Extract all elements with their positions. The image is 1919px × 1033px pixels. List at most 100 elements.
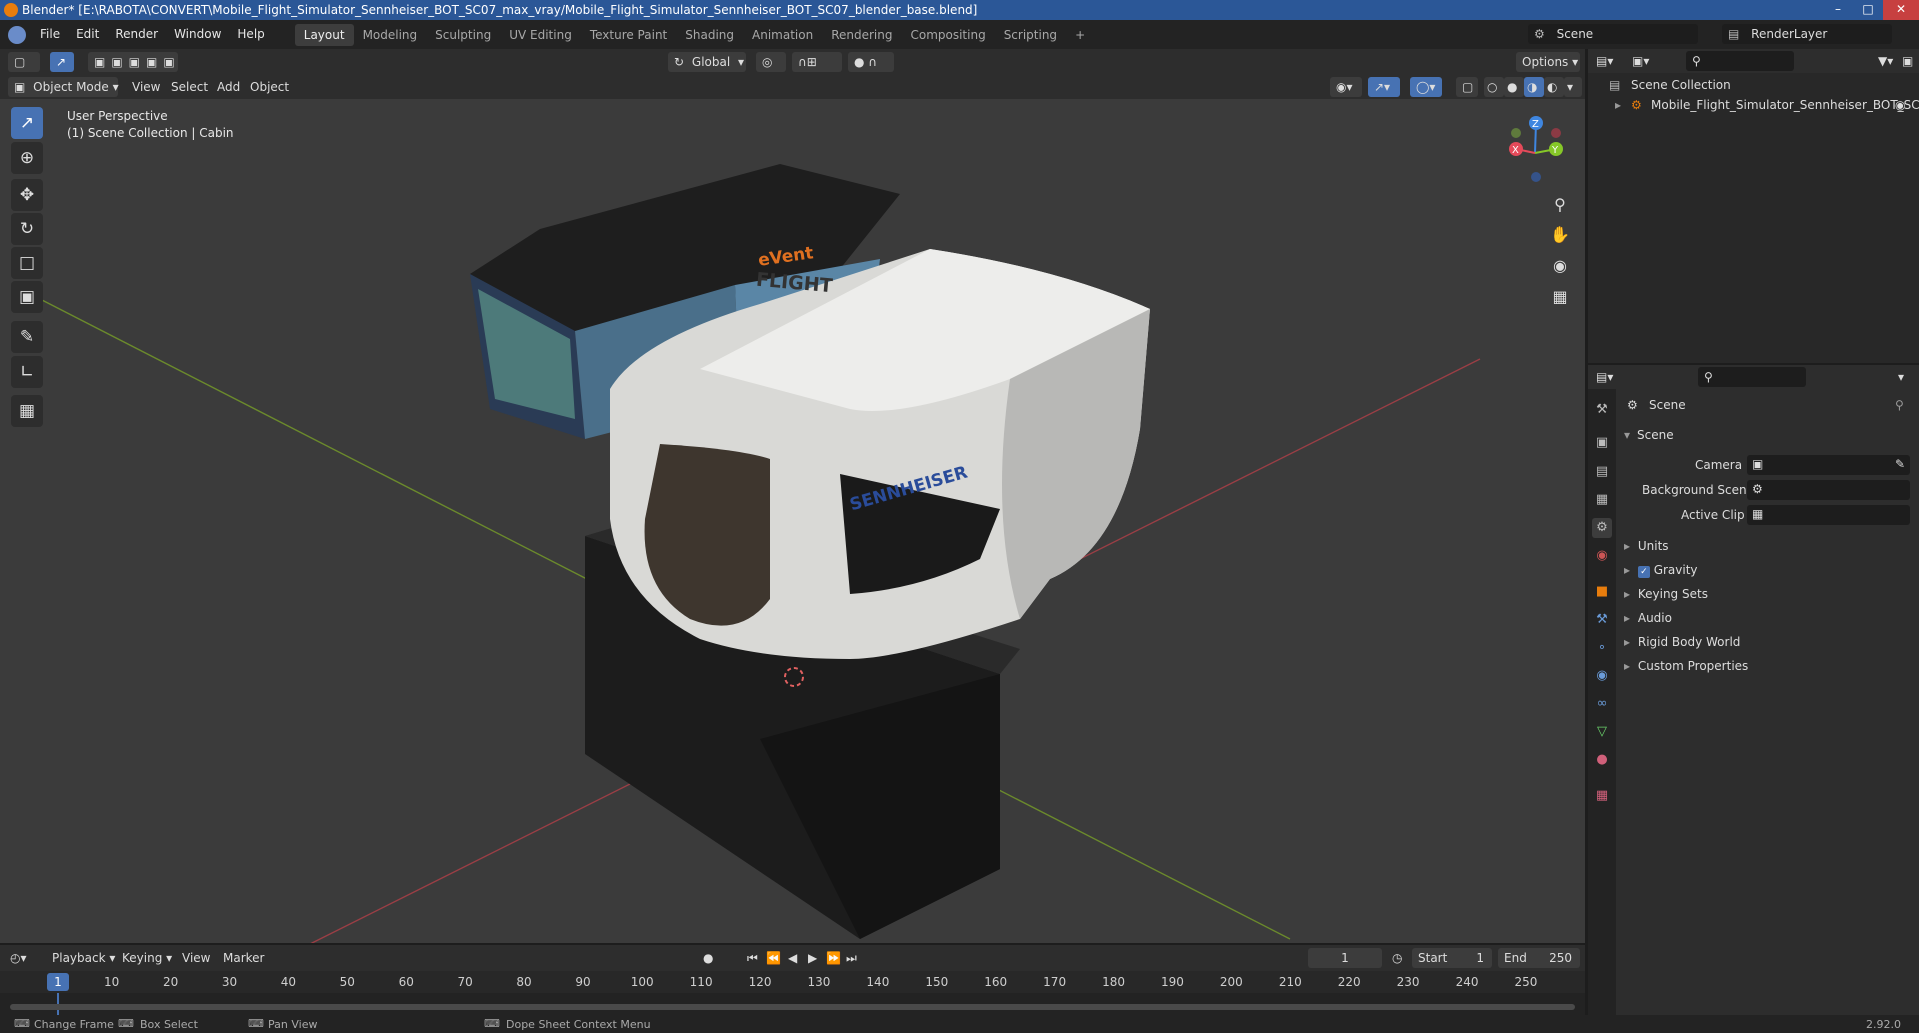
play-reverse-icon[interactable]: ◀ <box>788 948 797 968</box>
tab-constraints-icon[interactable]: ∞ <box>1592 694 1612 714</box>
navigation-gizmo[interactable]: Z Y X <box>1500 111 1570 191</box>
mode-dropdown[interactable]: ▣ Object Mode ▾ <box>8 77 119 97</box>
menu-file[interactable]: File <box>32 20 68 49</box>
tab-compositing[interactable]: Compositing <box>901 24 994 46</box>
transform-orientation-dropdown[interactable]: ↻ Global ▾ <box>668 52 746 72</box>
tab-world-icon[interactable]: ◉ <box>1592 546 1612 566</box>
expand-arrow-icon[interactable]: ▸ <box>1615 98 1621 112</box>
scene-selector[interactable]: ⚙ Scene <box>1528 24 1698 44</box>
tab-modifier-icon[interactable]: ⚒ <box>1592 610 1612 630</box>
tab-output-icon[interactable]: ▤ <box>1592 462 1612 482</box>
start-frame-field[interactable]: Start 1 <box>1412 948 1492 968</box>
new-collection-icon[interactable]: ▣ <box>1902 51 1913 71</box>
shading-solid-icon[interactable]: ● <box>1504 77 1524 97</box>
options-dropdown[interactable]: Options ▾ <box>1516 52 1580 72</box>
outliner[interactable] <box>1588 49 1919 363</box>
timeline-scrollbar[interactable] <box>10 1004 1575 1010</box>
menu-render[interactable]: Render <box>107 20 166 49</box>
tab-shading[interactable]: Shading <box>676 24 743 46</box>
gravity-checkbox[interactable]: ✓ <box>1637 566 1650 578</box>
tab-texture-icon[interactable]: ▦ <box>1592 786 1612 806</box>
filter-icon[interactable]: ▼▾ <box>1878 51 1893 71</box>
outliner-search-field[interactable]: ⚲ <box>1686 51 1794 71</box>
select-tool-icon[interactable]: ↗ <box>50 52 74 72</box>
visibility-icon[interactable]: ◉▾ <box>1330 77 1362 97</box>
collapse-arrow-icon[interactable]: ▾ <box>1624 428 1630 442</box>
section-rigid-body-world[interactable]: ▸ Rigid Body World <box>1624 635 1740 649</box>
section-units[interactable]: ▸ Units <box>1624 539 1669 553</box>
tab-sculpting[interactable]: Sculpting <box>426 24 500 46</box>
section-gravity[interactable]: ▸ ✓ Gravity <box>1624 563 1698 578</box>
shading-wireframe-icon[interactable]: ○ <box>1484 77 1504 97</box>
scene-collection-label[interactable]: Scene Collection <box>1631 78 1731 92</box>
menu-window[interactable]: Window <box>166 20 229 49</box>
tab-material-icon[interactable]: ● <box>1592 750 1612 770</box>
timeline-ruler[interactable]: 1 10 20 30 40 50 60 70 80 90 100 110 120 130 140 150 16… <box>0 971 1585 993</box>
properties-search-field[interactable]: ⚲ <box>1698 367 1806 387</box>
eyedropper-icon[interactable]: ✎ <box>1895 457 1905 471</box>
shading-material-icon[interactable]: ◑ <box>1524 77 1544 97</box>
blender-menu-icon[interactable] <box>8 25 26 44</box>
overlay-toggle-icon[interactable]: ◯▾ <box>1410 77 1442 97</box>
maximize-icon[interactable]: □ <box>1853 0 1883 20</box>
tool-transform[interactable]: ▣ <box>11 281 43 313</box>
tab-data-icon[interactable]: ▽ <box>1592 722 1612 742</box>
tool-annotate[interactable]: ✎ <box>11 321 43 353</box>
prev-keyframe-icon[interactable]: ⏪ <box>766 948 781 968</box>
tab-scripting[interactable]: Scripting <box>995 24 1066 46</box>
preview-range-icon[interactable]: ◷ <box>1392 948 1402 968</box>
jump-end-icon[interactable]: ⏭ <box>846 948 857 968</box>
renderlayer-selector[interactable]: ▤ RenderLayer <box>1722 24 1892 44</box>
tab-scene-icon[interactable]: ⚙ <box>1592 518 1612 538</box>
tool-select-box[interactable]: ↗ <box>11 107 43 139</box>
tab-render-icon[interactable]: ▣ <box>1592 433 1612 453</box>
tab-modeling[interactable]: Modeling <box>354 24 427 46</box>
playhead-marker[interactable]: 1 <box>47 973 69 991</box>
play-icon[interactable]: ▶ <box>808 948 817 968</box>
proportional-edit-icon[interactable]: ● ∩ <box>848 52 894 72</box>
end-frame-field[interactable]: End 250 <box>1498 948 1580 968</box>
close-icon[interactable]: ✕ <box>1883 0 1919 20</box>
chevron-down-icon[interactable]: ▾ <box>1898 367 1904 387</box>
gizmo-toggle-icon[interactable]: ↗▾ <box>1368 77 1400 97</box>
tool-measure[interactable]: ∟ <box>11 356 43 388</box>
pin-icon[interactable]: ⚲ <box>1895 398 1904 412</box>
pivot-point-icon[interactable]: ◎ <box>756 52 786 72</box>
menu-add[interactable]: Add <box>217 77 240 97</box>
tab-physics-icon[interactable]: ◉ <box>1592 666 1612 686</box>
tool-scale[interactable]: □ <box>11 247 43 279</box>
tool-move[interactable]: ✥ <box>11 179 43 211</box>
menu-marker[interactable]: Marker <box>223 948 264 968</box>
menu-help[interactable]: Help <box>229 20 272 49</box>
outliner-item-label[interactable]: Mobile_Flight_Simulator_Sennheiser_BOT_S… <box>1651 98 1919 112</box>
editor-type-icon[interactable]: ▤▾ <box>1596 51 1613 71</box>
zoom-icon[interactable]: ⚲ <box>1546 191 1574 219</box>
background-scene-field[interactable]: ⚙ <box>1747 480 1910 500</box>
pan-hand-icon[interactable]: ✋ <box>1546 221 1574 249</box>
minimize-icon[interactable]: – <box>1823 0 1853 20</box>
tab-rendering[interactable]: Rendering <box>822 24 901 46</box>
section-keying-sets[interactable]: ▸ Keying Sets <box>1624 587 1708 601</box>
menu-view[interactable]: View <box>182 948 210 968</box>
tab-particles-icon[interactable]: ∘ <box>1592 638 1612 658</box>
camera-field[interactable]: ▣ ✎ <box>1747 455 1910 475</box>
editor-type-icon[interactable]: ◴▾ <box>10 948 27 968</box>
tab-view-layer-icon[interactable]: ▦ <box>1592 490 1612 510</box>
menu-select[interactable]: Select <box>171 77 208 97</box>
menu-keying[interactable]: Keying ▾ <box>122 948 172 968</box>
camera-view-icon[interactable]: ◉ <box>1546 252 1574 280</box>
tool-rotate[interactable]: ↻ <box>11 213 43 245</box>
next-keyframe-icon[interactable]: ⏩ <box>826 948 841 968</box>
xray-icon[interactable]: ▢ <box>1456 77 1478 97</box>
select-mode-box-icon[interactable]: ▣▣▣▣▣ <box>88 52 178 72</box>
timeline-body[interactable] <box>0 993 1585 1015</box>
tab-uv-editing[interactable]: UV Editing <box>500 24 581 46</box>
record-icon[interactable]: ● <box>703 948 713 968</box>
tab-tool-icon[interactable]: ⚒ <box>1592 400 1612 420</box>
menu-edit[interactable]: Edit <box>68 20 107 49</box>
shading-options-icon[interactable]: ▾ <box>1564 77 1582 97</box>
display-mode-icon[interactable]: ▣▾ <box>1632 51 1649 71</box>
snap-icon[interactable]: ∩⊞ <box>792 52 842 72</box>
add-workspace-button[interactable]: + <box>1066 24 1094 46</box>
tab-object-icon[interactable]: ■ <box>1592 582 1612 602</box>
